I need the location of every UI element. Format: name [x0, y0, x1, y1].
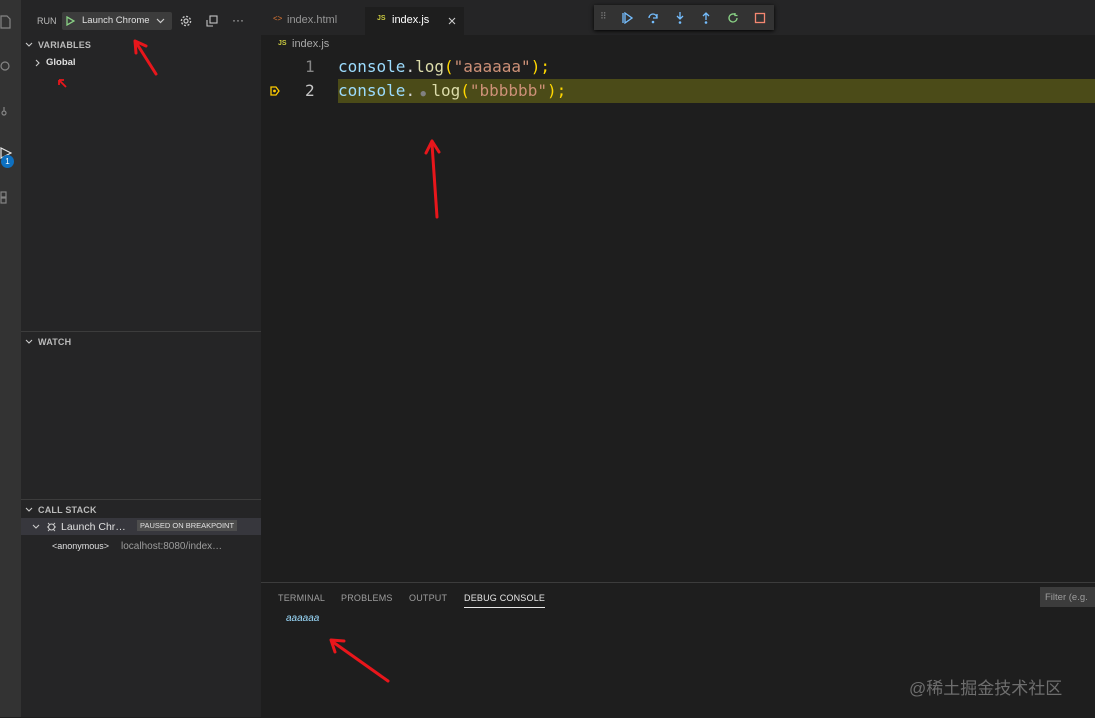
watch-section-title[interactable]: WATCH — [38, 337, 71, 347]
code-line[interactable]: console.log("aaaaaa"); — [338, 57, 550, 76]
chevron-down-icon[interactable] — [25, 41, 33, 49]
code-close: ); — [546, 81, 567, 100]
breakpoint-paused-icon[interactable] — [270, 86, 280, 96]
console-output-line: aaaaaa — [286, 613, 320, 624]
tab-output[interactable]: OUTPUT — [409, 593, 447, 603]
tab-index-js[interactable]: JS index.js — [365, 7, 464, 35]
debug-sidebar: RUN Launch Chrome ··· VARIABLES Global W… — [21, 0, 261, 717]
debug-badge: 1 — [1, 155, 14, 168]
code-editor[interactable]: JS index.js 1 console.log("aaaaaa"); 2 c… — [261, 35, 1095, 581]
paused-status-badge: PAUSED ON BREAKPOINT — [137, 520, 238, 531]
filter-input[interactable]: Filter (e.g. — [1040, 587, 1095, 607]
thread-name: Launch Chr… — [61, 521, 126, 533]
stack-frame-name[interactable]: <anonymous> — [52, 541, 109, 551]
code-method: log — [415, 57, 444, 76]
code-paren: ( — [460, 81, 470, 100]
step-out-icon[interactable] — [700, 12, 712, 24]
explorer-icon[interactable] — [0, 15, 12, 29]
section-divider — [21, 331, 261, 332]
code-object: console — [338, 81, 406, 100]
extensions-icon[interactable] — [0, 190, 12, 204]
active-tab-underline — [464, 607, 545, 608]
code-paren: ( — [443, 57, 454, 76]
step-over-icon[interactable] — [647, 12, 659, 24]
start-debugging-icon[interactable] — [66, 16, 75, 26]
activity-bar: 1 — [0, 0, 21, 717]
floating-debug-toolbar: ⠿ — [594, 5, 774, 30]
code-method: log — [431, 81, 461, 100]
tab-label: index.js — [392, 14, 430, 26]
scope-global[interactable]: Global — [46, 57, 76, 68]
code-dot: . — [405, 57, 416, 76]
chevron-right-icon[interactable] — [34, 59, 42, 67]
watermark: @稀土掘金技术社区 — [909, 679, 1063, 698]
line-number: 2 — [305, 81, 315, 100]
tab-index-html[interactable]: <> index.html — [261, 7, 364, 35]
drag-handle-icon[interactable]: ⠿ — [600, 11, 607, 22]
tab-terminal[interactable]: TERMINAL — [278, 593, 325, 603]
code-string: "aaaaaa" — [453, 57, 531, 76]
stop-icon[interactable] — [754, 12, 766, 24]
html-file-icon: <> — [273, 14, 283, 23]
run-label: RUN — [37, 16, 57, 26]
chevron-down-icon — [156, 18, 165, 24]
code-close: ); — [530, 57, 550, 76]
tab-problems[interactable]: PROBLEMS — [341, 593, 393, 603]
chevron-down-icon[interactable] — [25, 506, 33, 514]
editor-tab-bar: <> index.html JS index.js ⠿ — [261, 0, 1095, 35]
launch-config-name: Launch Chrome — [82, 15, 150, 26]
call-stack-thread-row[interactable]: Launch Chr… PAUSED ON BREAKPOINT — [21, 518, 261, 535]
search-icon[interactable] — [0, 59, 12, 73]
step-into-icon[interactable] — [674, 12, 686, 24]
call-stack-section-title[interactable]: CALL STACK — [38, 505, 97, 515]
debug-console-icon[interactable] — [206, 15, 218, 27]
continue-icon[interactable] — [621, 12, 633, 24]
breadcrumb[interactable]: index.js — [292, 38, 329, 50]
chevron-down-icon[interactable] — [25, 338, 33, 346]
chevron-down-icon[interactable] — [32, 523, 40, 531]
section-divider — [21, 499, 261, 500]
close-icon[interactable] — [448, 17, 456, 25]
code-string: "bbbbbb" — [469, 81, 547, 100]
stack-frame-location[interactable]: localhost:8080/index… — [121, 541, 222, 552]
source-control-icon[interactable] — [0, 105, 12, 119]
js-file-icon: JS — [278, 40, 287, 47]
inline-breakpoint-icon[interactable]: ● — [415, 89, 431, 99]
variables-section-title[interactable]: VARIABLES — [38, 40, 91, 50]
filter-placeholder: Filter (e.g. — [1045, 592, 1088, 603]
bottom-panel: TERMINAL PROBLEMS OUTPUT DEBUG CONSOLE F… — [261, 582, 1095, 718]
code-dot: . — [405, 81, 416, 100]
launch-config-dropdown[interactable]: Launch Chrome — [62, 12, 172, 30]
tab-label: index.html — [287, 14, 338, 26]
code-object: console — [338, 57, 406, 76]
more-actions-icon[interactable]: ··· — [232, 13, 244, 27]
restart-icon[interactable] — [727, 12, 739, 24]
code-line[interactable]: console. ● log("bbbbbb"); — [338, 81, 566, 100]
debug-thread-icon — [47, 522, 56, 532]
annotation-arrow — [58, 79, 67, 88]
js-file-icon: JS — [377, 15, 386, 22]
line-number: 1 — [305, 57, 315, 76]
gear-icon[interactable] — [180, 15, 192, 27]
tab-debug-console[interactable]: DEBUG CONSOLE — [464, 593, 545, 603]
